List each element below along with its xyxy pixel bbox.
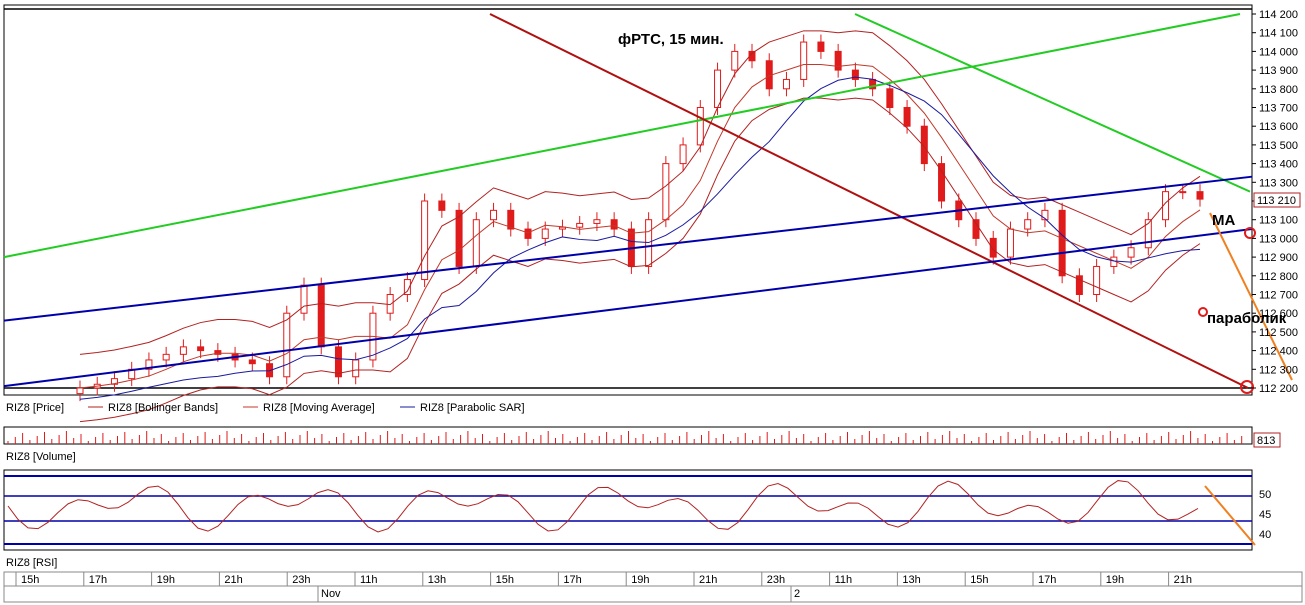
- volume-last-value: 813: [1257, 435, 1275, 447]
- candle-body: [1006, 228, 1014, 258]
- price-tick-label: 114 100: [1259, 28, 1298, 40]
- price-tick-label: 113 400: [1259, 159, 1298, 171]
- candle-body: [1093, 265, 1101, 296]
- time-label: 15h: [496, 574, 514, 586]
- time-label: 21h: [699, 574, 717, 586]
- price-tick-label: 113 100: [1259, 215, 1298, 227]
- candle-body: [421, 200, 429, 281]
- price-tick-label: 112 300: [1259, 364, 1298, 376]
- candle-body: [352, 359, 360, 378]
- time-label: 21h: [1174, 574, 1192, 586]
- day-label-2: 2: [794, 588, 800, 600]
- candle-body: [197, 346, 205, 352]
- legend-price: RIZ8 [Price]: [6, 402, 64, 414]
- candle-body: [1179, 191, 1187, 194]
- time-label: 11h: [360, 574, 378, 586]
- price-tick-label: 114 000: [1259, 46, 1298, 58]
- time-label: 23h: [767, 574, 785, 586]
- time-label: 13h: [428, 574, 446, 586]
- candle-body: [455, 209, 463, 267]
- candle-body: [782, 78, 790, 90]
- time-label: 17h: [1038, 574, 1056, 586]
- candle-body: [662, 163, 670, 221]
- last-price-label: 113 210: [1257, 195, 1296, 207]
- rsi-tick-50: 50: [1259, 489, 1271, 501]
- candle-body: [248, 359, 256, 365]
- annotation-parabolic: параболик: [1207, 310, 1287, 327]
- chart-title: фРТС, 15 мин.: [618, 31, 724, 48]
- candle-body: [1127, 247, 1135, 258]
- legend-parabolic-sar: RIZ8 [Parabolic SAR]: [420, 402, 525, 414]
- day-label-nov: Nov: [321, 588, 341, 600]
- candle-body: [593, 219, 601, 224]
- time-label: 21h: [224, 574, 242, 586]
- time-label: 23h: [292, 574, 310, 586]
- candle-body: [886, 88, 894, 109]
- price-tick-label: 112 400: [1259, 346, 1298, 358]
- candle-body: [438, 200, 446, 211]
- legend-bollinger: RIZ8 [Bollinger Bands]: [108, 402, 218, 414]
- price-tick-label: 113 600: [1259, 121, 1298, 133]
- time-label: 19h: [157, 574, 175, 586]
- candle-body: [903, 107, 911, 127]
- annotation-ma: MA: [1212, 212, 1235, 229]
- candle-body: [334, 346, 342, 378]
- time-label: 11h: [835, 574, 853, 586]
- candle-body: [679, 144, 687, 165]
- price-panel: [3, 4, 1253, 396]
- price-tick-label: 113 700: [1259, 103, 1298, 115]
- time-label: 19h: [631, 574, 649, 586]
- price-tick-label: 112 700: [1259, 290, 1298, 302]
- candle-body: [972, 219, 980, 239]
- candle-body: [1196, 191, 1204, 200]
- time-label: 17h: [89, 574, 107, 586]
- candle-body: [524, 228, 532, 239]
- price-tick-label: 112 900: [1259, 252, 1298, 264]
- price-tick-label: 112 800: [1259, 271, 1298, 283]
- price-tick-label: 113 900: [1259, 65, 1298, 77]
- candle-body: [714, 69, 722, 108]
- price-tick-label: 112 500: [1259, 327, 1298, 339]
- candle-body: [541, 228, 549, 239]
- rsi-tick-40: 40: [1259, 529, 1271, 541]
- price-tick-label: 113 000: [1259, 233, 1298, 245]
- price-tick-label: 113 800: [1259, 84, 1298, 96]
- price-tick-label: 113 500: [1259, 140, 1298, 152]
- rsi-panel: [3, 469, 1253, 551]
- price-tick-label: 114 200: [1259, 9, 1298, 21]
- chart-canvas: 114 200 114 100 114 000 113 900 113 800 113 7…: [3, 4, 1303, 603]
- candle-body: [645, 219, 653, 267]
- candle-body: [1024, 219, 1032, 230]
- time-label: 13h: [902, 574, 920, 586]
- candle-body: [696, 107, 704, 146]
- candle-body: [1058, 209, 1066, 277]
- candle-body: [179, 346, 187, 355]
- candle-body: [938, 163, 946, 202]
- price-tick-label: 113 300: [1259, 177, 1298, 189]
- legend-volume: RIZ8 [Volume]: [6, 451, 76, 463]
- candle-body: [300, 284, 308, 314]
- time-label: 15h: [970, 574, 988, 586]
- time-label: 15h: [21, 574, 39, 586]
- time-label: 19h: [1106, 574, 1124, 586]
- price-tick-label: 112 200: [1259, 383, 1298, 395]
- candle-body: [610, 219, 618, 230]
- candle-body: [800, 41, 808, 80]
- candle-body: [283, 312, 291, 378]
- legend-moving-average: RIZ8 [Moving Average]: [263, 402, 375, 414]
- candle-body: [989, 237, 997, 258]
- candle-body: [162, 353, 170, 361]
- candle-body: [731, 50, 739, 71]
- candle-body: [817, 41, 825, 52]
- candle-body: [386, 294, 394, 314]
- candle-body: [576, 222, 584, 228]
- time-label: 17h: [563, 574, 581, 586]
- candle-body: [472, 219, 480, 267]
- candle-body: [76, 387, 84, 395]
- candle-body: [490, 209, 498, 221]
- rsi-tick-45: 45: [1259, 509, 1271, 521]
- legend-rsi: RIZ8 [RSI]: [6, 557, 57, 569]
- candle-body: [834, 50, 842, 71]
